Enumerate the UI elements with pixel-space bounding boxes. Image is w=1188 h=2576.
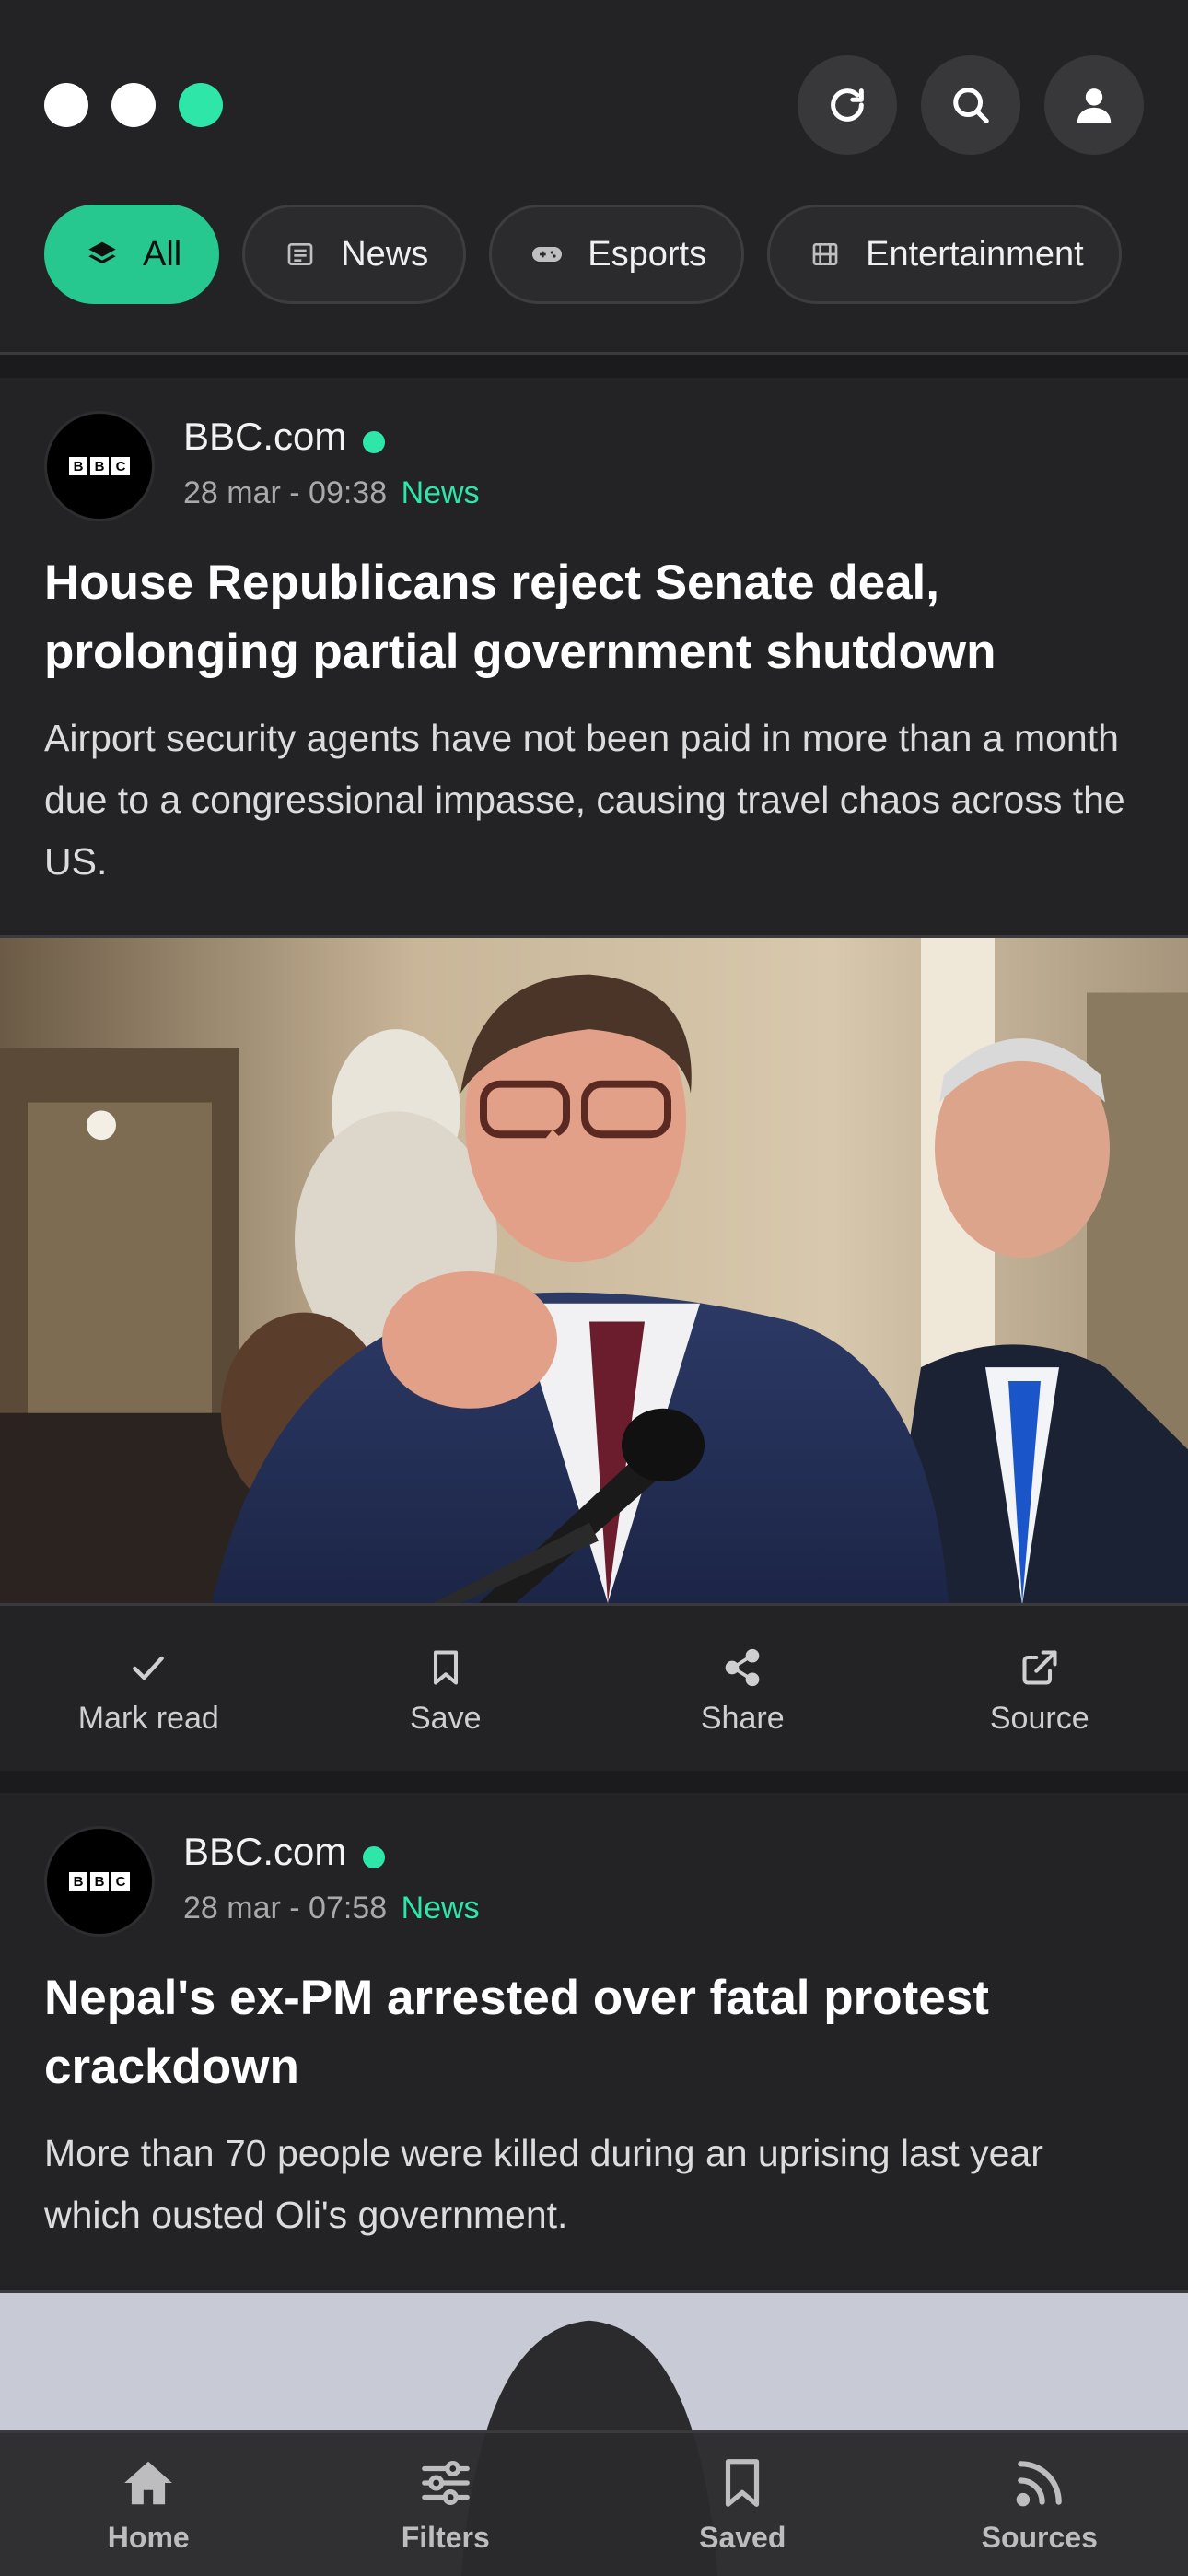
article-title[interactable]: House Republicans reject Senate deal, pr…	[44, 548, 1149, 686]
bbc-logo: BBC	[44, 1826, 155, 1937]
gamepad-icon	[532, 247, 563, 262]
top-bar: All News Esports Entertainment	[0, 0, 1188, 355]
filter-chip-all[interactable]: All	[44, 205, 220, 304]
article-category: News	[401, 1891, 480, 1926]
window-dot-accent	[179, 83, 223, 127]
article-image[interactable]	[0, 935, 1188, 1606]
article-actions: Mark read Save Share Source	[0, 1612, 1188, 1771]
search-button[interactable]	[921, 55, 1020, 155]
external-link-icon	[1022, 1649, 1057, 1685]
filter-chip-entertainment[interactable]: Entertainment	[767, 205, 1122, 304]
source-name: BBC.com	[183, 415, 347, 458]
header-actions	[798, 55, 1144, 155]
rss-icon	[1016, 2461, 1062, 2507]
home-icon	[124, 2461, 173, 2505]
source-name: BBC.com	[183, 1830, 347, 1873]
nav-saved-label: Saved	[699, 2521, 786, 2554]
filter-chip-label: Entertainment	[866, 234, 1084, 274]
source-label: Source	[989, 1700, 1089, 1736]
nav-saved[interactable]: Saved	[594, 2433, 891, 2576]
press-conference-image	[0, 938, 1188, 1603]
bbc-logo: BBC	[44, 411, 155, 521]
filter-chip-label: All	[143, 234, 182, 274]
bottom-navigation: Home Filters Saved Sources	[0, 2430, 1188, 2576]
search-icon	[953, 88, 989, 123]
share-label: Share	[700, 1700, 785, 1736]
mark-read-button[interactable]: Mark read	[0, 1612, 297, 1771]
save-label: Save	[410, 1700, 482, 1736]
nav-home[interactable]: Home	[0, 2433, 297, 2576]
article-title[interactable]: Nepal's ex-PM arrested over fatal protes…	[44, 1963, 1149, 2102]
filter-chip-label: Esports	[588, 234, 707, 274]
nav-home-label: Home	[107, 2521, 190, 2554]
article-meta: 28 mar - 09:38 News	[183, 475, 480, 511]
save-button[interactable]: Save	[297, 1612, 595, 1771]
source-button[interactable]: Source	[891, 1612, 1188, 1771]
bookmark-icon	[726, 2459, 760, 2507]
filter-chips: All News Esports Entertainment	[44, 205, 1122, 304]
share-button[interactable]: Share	[594, 1612, 891, 1771]
nav-sources-label: Sources	[981, 2521, 1098, 2554]
profile-button[interactable]	[1044, 55, 1144, 155]
film-icon	[812, 243, 838, 265]
sliders-icon	[421, 2460, 470, 2506]
check-icon	[133, 1656, 165, 1680]
refresh-icon	[831, 88, 864, 122]
filter-chip-news[interactable]: News	[242, 205, 467, 304]
online-dot	[363, 431, 385, 453]
article-summary: Airport security agents have not been pa…	[44, 717, 1125, 883]
article-time: 28 mar - 09:38	[183, 475, 388, 510]
mark-read-label: Mark read	[77, 1700, 219, 1736]
filter-chip-label: News	[341, 234, 429, 274]
refresh-button[interactable]	[798, 55, 897, 155]
article-category: News	[401, 475, 480, 510]
newspaper-icon	[287, 243, 313, 265]
article-meta: 28 mar - 07:58 News	[183, 1891, 480, 1926]
layers-icon	[88, 241, 116, 264]
filter-chip-esports[interactable]: Esports	[489, 205, 745, 304]
window-dot	[44, 83, 88, 127]
nav-sources[interactable]: Sources	[891, 2433, 1188, 2576]
bookmark-icon	[433, 1649, 458, 1685]
window-dot	[111, 83, 156, 127]
user-icon	[1077, 88, 1112, 123]
article-time: 28 mar - 07:58	[183, 1891, 388, 1926]
article-summary: More than 70 people were killed during a…	[44, 2132, 1043, 2236]
nav-filters[interactable]: Filters	[297, 2433, 595, 2576]
online-dot	[363, 1846, 385, 1868]
window-dots	[44, 83, 223, 127]
article-card[interactable]: BBC BBC.com 28 mar - 09:38 News House Re…	[0, 378, 1188, 1771]
share-icon	[725, 1648, 760, 1686]
nav-filters-label: Filters	[401, 2521, 490, 2554]
